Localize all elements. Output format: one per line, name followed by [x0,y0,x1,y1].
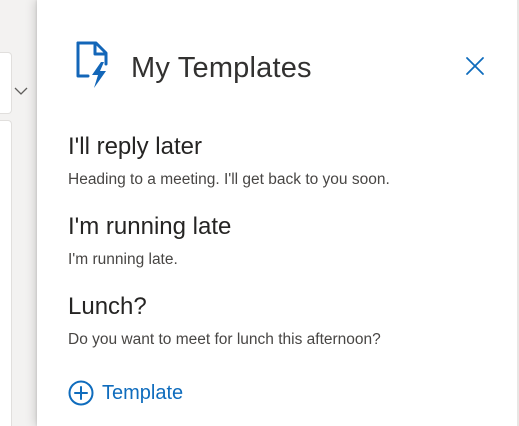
template-list: I'll reply later Heading to a meeting. I… [68,131,488,371]
template-item-reply-later[interactable]: I'll reply later Heading to a meeting. I… [68,131,488,211]
template-body: I'm running late. [68,251,178,268]
host-app-dropdown[interactable] [0,52,12,114]
app-window: My Templates I'll reply later Heading to… [0,0,519,426]
add-template-label: Template [102,382,184,404]
close-button[interactable] [457,48,493,84]
close-icon [466,57,484,75]
host-app-content-card [0,120,12,426]
add-template-button[interactable]: Template [68,379,183,407]
panel-header: My Templates [37,0,519,110]
template-title: I'm running late [68,213,232,240]
templates-panel: My Templates I'll reply later Heading to… [37,0,519,426]
chevron-down-icon[interactable] [14,86,28,96]
template-item-lunch[interactable]: Lunch? Do you want to meet for lunch thi… [68,291,488,371]
template-body: Heading to a meeting. I'll get back to y… [68,171,390,188]
template-title: I'll reply later [68,133,202,160]
template-body: Do you want to meet for lunch this after… [68,331,381,348]
template-title: Lunch? [68,293,147,320]
plus-circle-icon [68,380,94,406]
panel-title: My Templates [131,52,312,84]
template-item-running-late[interactable]: I'm running late I'm running late. [68,211,488,291]
templates-doc-lightning-icon [76,41,108,88]
